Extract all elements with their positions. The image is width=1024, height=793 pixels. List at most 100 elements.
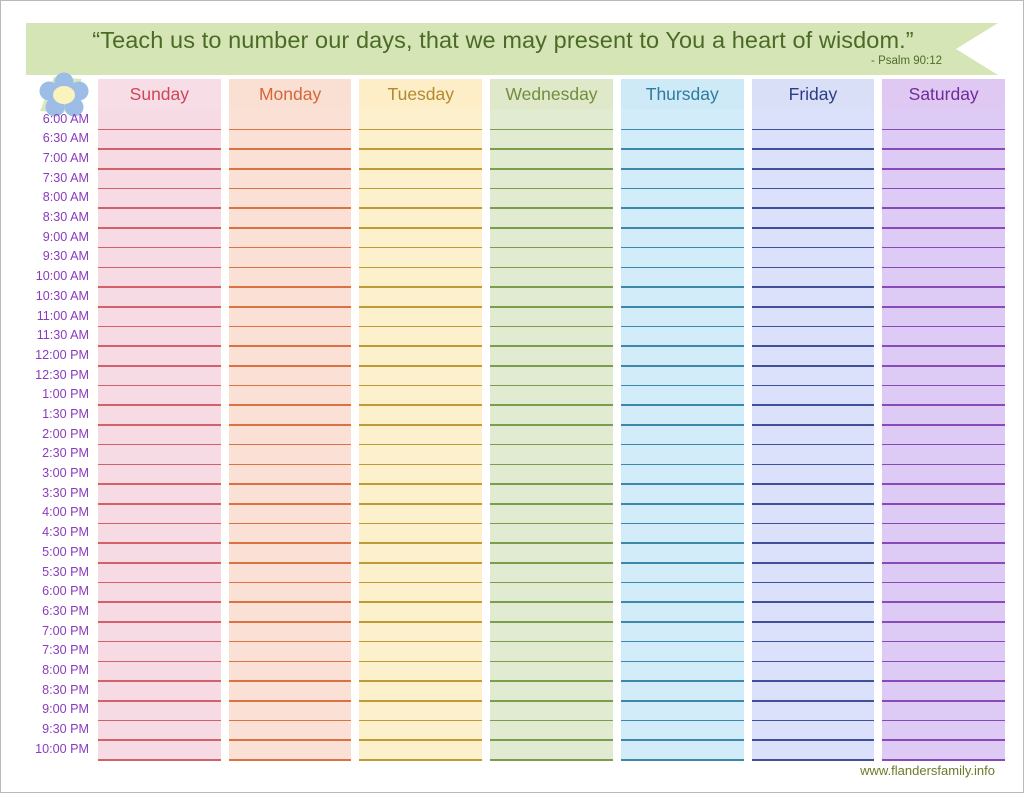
time-label: 2:00 PM [13, 428, 89, 441]
time-label: 5:00 PM [13, 546, 89, 559]
slot-divider [621, 247, 744, 249]
slot-divider [752, 365, 875, 367]
time-label: 9:30 AM [13, 250, 89, 263]
slot-divider [359, 483, 482, 485]
time-label: 7:00 AM [13, 152, 89, 165]
slot-divider [359, 247, 482, 249]
slot-divider [98, 404, 221, 406]
slot-divider [98, 227, 221, 229]
time-label: 3:00 PM [13, 467, 89, 480]
slot-divider [882, 424, 1005, 426]
slot-divider [882, 168, 1005, 170]
slot-divider [359, 365, 482, 367]
slot-divider [882, 759, 1005, 761]
time-label: 4:30 PM [13, 526, 89, 539]
day-slots-monday[interactable] [229, 109, 352, 759]
slot-divider [229, 365, 352, 367]
slot-divider [98, 601, 221, 603]
slot-divider [359, 464, 482, 466]
slot-divider [752, 424, 875, 426]
slot-divider [490, 385, 613, 387]
slot-divider [98, 523, 221, 525]
day-slots-saturday[interactable] [882, 109, 1005, 759]
day-slots-sunday[interactable] [98, 109, 221, 759]
slot-divider [359, 227, 482, 229]
slot-divider [752, 129, 875, 131]
slot-divider [882, 148, 1005, 150]
slot-divider [98, 247, 221, 249]
slot-divider [359, 680, 482, 682]
time-label: 6:00 AM [13, 113, 89, 126]
slot-divider [359, 207, 482, 209]
slot-divider [98, 267, 221, 269]
slot-divider [752, 700, 875, 702]
day-slots-tuesday[interactable] [359, 109, 482, 759]
slot-divider [882, 286, 1005, 288]
slot-divider [621, 424, 744, 426]
slot-divider [621, 188, 744, 190]
slot-divider [98, 424, 221, 426]
time-label: 12:30 PM [13, 369, 89, 382]
slot-divider [98, 464, 221, 466]
slot-divider [882, 680, 1005, 682]
slot-divider [752, 385, 875, 387]
slot-divider [229, 207, 352, 209]
slot-divider [98, 306, 221, 308]
slot-divider [882, 661, 1005, 663]
slot-divider [229, 700, 352, 702]
slot-divider [359, 444, 482, 446]
time-label: 8:30 AM [13, 211, 89, 224]
slot-divider [359, 523, 482, 525]
slot-divider [621, 404, 744, 406]
slot-divider [490, 129, 613, 131]
time-label: 10:00 AM [13, 270, 89, 283]
slot-divider [98, 345, 221, 347]
slot-divider [882, 207, 1005, 209]
day-header-saturday: Saturday [882, 79, 1005, 109]
slot-divider [490, 720, 613, 722]
slot-divider [621, 326, 744, 328]
slot-divider [752, 286, 875, 288]
slot-divider [882, 464, 1005, 466]
slot-divider [359, 148, 482, 150]
slot-divider [359, 385, 482, 387]
slot-divider [229, 641, 352, 643]
slot-divider [98, 641, 221, 643]
slot-divider [98, 503, 221, 505]
slot-divider [98, 148, 221, 150]
slot-divider [882, 720, 1005, 722]
slot-divider [490, 523, 613, 525]
slot-divider [490, 601, 613, 603]
day-columns: SundayMondayTuesdayWednesdayThursdayFrid… [98, 79, 1005, 759]
slot-divider [229, 247, 352, 249]
slot-divider [490, 621, 613, 623]
slot-divider [882, 227, 1005, 229]
slot-divider [490, 661, 613, 663]
slot-divider [359, 129, 482, 131]
slot-divider [882, 562, 1005, 564]
slot-divider [752, 188, 875, 190]
day-slots-wednesday[interactable] [490, 109, 613, 759]
slot-divider [98, 661, 221, 663]
slot-divider [490, 759, 613, 761]
slot-divider [229, 562, 352, 564]
slot-divider [229, 720, 352, 722]
slot-divider [882, 365, 1005, 367]
slot-divider [229, 286, 352, 288]
slot-divider [752, 641, 875, 643]
slot-divider [229, 345, 352, 347]
slot-divider [752, 759, 875, 761]
slot-divider [229, 168, 352, 170]
slot-divider [490, 483, 613, 485]
time-label: 8:00 AM [13, 191, 89, 204]
slot-divider [98, 483, 221, 485]
day-slots-thursday[interactable] [621, 109, 744, 759]
slot-divider [882, 326, 1005, 328]
day-header-monday: Monday [229, 79, 352, 109]
time-label: 6:30 PM [13, 605, 89, 618]
day-slots-friday[interactable] [752, 109, 875, 759]
slot-divider [752, 503, 875, 505]
slot-divider [752, 582, 875, 584]
slot-divider [229, 523, 352, 525]
scripture-quote-text: “Teach us to number our days, that we ma… [38, 27, 968, 54]
